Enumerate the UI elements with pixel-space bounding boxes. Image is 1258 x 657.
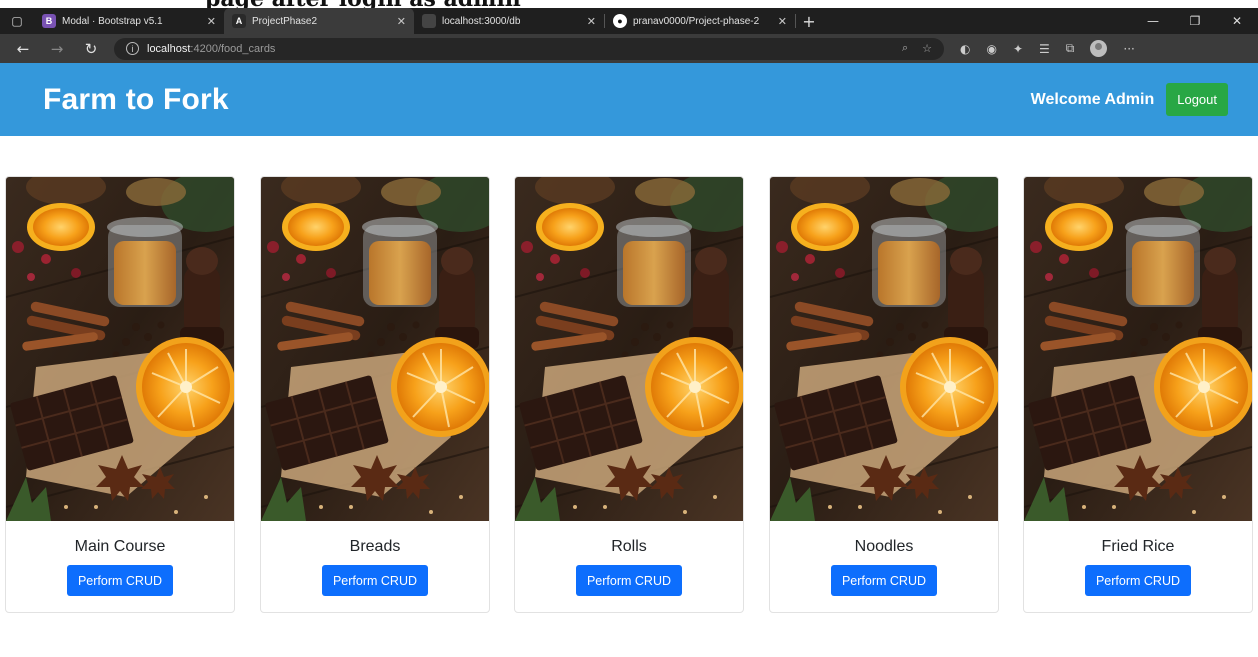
close-window-icon[interactable]: ✕ <box>1216 8 1258 34</box>
perform-crud-button[interactable]: Perform CRUD <box>321 565 429 596</box>
tab-actions-icon[interactable]: ▢ <box>0 8 34 34</box>
browser-address-bar: ← → ↻ i localhost:4200/food_cards ⌕ ☆ ◐ … <box>0 34 1258 63</box>
restore-icon[interactable]: ❐ <box>1174 8 1216 34</box>
new-tab-icon[interactable]: + <box>796 8 822 34</box>
food-card-image <box>770 177 998 521</box>
reload-icon[interactable]: ↻ <box>74 40 108 58</box>
card-title: Main Course <box>74 538 166 555</box>
food-card: Fried Rice Perform CRUD <box>1023 176 1253 613</box>
food-card: Noodles Perform CRUD <box>769 176 999 613</box>
card-title: Noodles <box>854 538 914 555</box>
perform-crud-button[interactable]: Perform CRUD <box>575 565 683 596</box>
perform-crud-button[interactable]: Perform CRUD <box>66 565 174 596</box>
collections-icon[interactable]: ⧉ <box>1066 41 1075 56</box>
github-icon: ● <box>613 14 627 28</box>
perform-crud-button[interactable]: Perform CRUD <box>1084 565 1192 596</box>
card-title: Fried Rice <box>1101 538 1175 555</box>
food-card-grid: Main Course Perform CRUD Breads Perform … <box>5 176 1255 613</box>
bootstrap-icon: B <box>42 14 56 28</box>
food-card-image <box>261 177 489 521</box>
more-menu-icon[interactable]: ··· <box>1123 42 1134 56</box>
welcome-text: Welcome Admin <box>1030 90 1155 108</box>
food-card-image <box>515 177 743 521</box>
tab-projectphase2[interactable]: A ProjectPhase2 ✕ <box>224 8 414 34</box>
close-icon[interactable]: ✕ <box>207 15 216 28</box>
tab-github-repo[interactable]: ● pranav0000/Project-phase-2 ✕ <box>605 8 795 34</box>
card-title: Breads <box>349 538 401 555</box>
site-info-icon[interactable]: i <box>126 42 139 55</box>
perform-crud-button[interactable]: Perform CRUD <box>830 565 938 596</box>
favorites-icon[interactable]: ☰ <box>1039 42 1050 56</box>
brand-title[interactable]: Farm to Fork <box>43 83 229 117</box>
close-icon[interactable]: ✕ <box>778 15 787 28</box>
app-navbar: Farm to Fork Welcome Admin Logout <box>0 63 1258 136</box>
page-caption-strip: page after login as admin <box>0 0 1258 8</box>
page-icon <box>422 14 436 28</box>
food-card: Rolls Perform CRUD <box>514 176 744 613</box>
browser-toolbar: ◐ ◉ ✦ ☰ ⧉ ··· <box>960 40 1135 57</box>
food-card: Main Course Perform CRUD <box>5 176 235 613</box>
profile-avatar-icon[interactable] <box>1090 40 1108 57</box>
food-card-image <box>1024 177 1252 521</box>
tab-modal-bootstrap[interactable]: B Modal · Bootstrap v5.1 ✕ <box>34 8 224 34</box>
window-controls: — ❐ ✕ <box>1132 8 1258 34</box>
url-input[interactable]: i localhost:4200/food_cards ⌕ ☆ <box>114 37 944 60</box>
favorite-star-icon[interactable]: ☆ <box>922 42 932 55</box>
extension-icon[interactable]: ◐ <box>960 42 970 56</box>
logout-button[interactable]: Logout <box>1166 83 1228 116</box>
extensions-puzzle-icon[interactable]: ✦ <box>1013 42 1023 56</box>
back-icon[interactable]: ← <box>6 40 40 58</box>
browser-tab-bar: ▢ B Modal · Bootstrap v5.1 ✕ A ProjectPh… <box>0 8 1258 34</box>
card-title: Rolls <box>611 538 647 555</box>
food-card-image <box>6 177 234 521</box>
close-icon[interactable]: ✕ <box>587 15 596 28</box>
page-caption: page after login as admin <box>205 0 521 8</box>
read-aloud-icon[interactable]: ⌕ <box>902 42 908 55</box>
forward-icon[interactable]: → <box>40 40 74 58</box>
minimize-icon[interactable]: — <box>1132 8 1174 34</box>
extension-record-icon[interactable]: ◉ <box>986 42 996 56</box>
tab-localhost-db[interactable]: localhost:3000/db ✕ <box>414 8 604 34</box>
food-card: Breads Perform CRUD <box>260 176 490 613</box>
angular-icon: A <box>232 14 246 28</box>
close-icon[interactable]: ✕ <box>397 15 406 28</box>
